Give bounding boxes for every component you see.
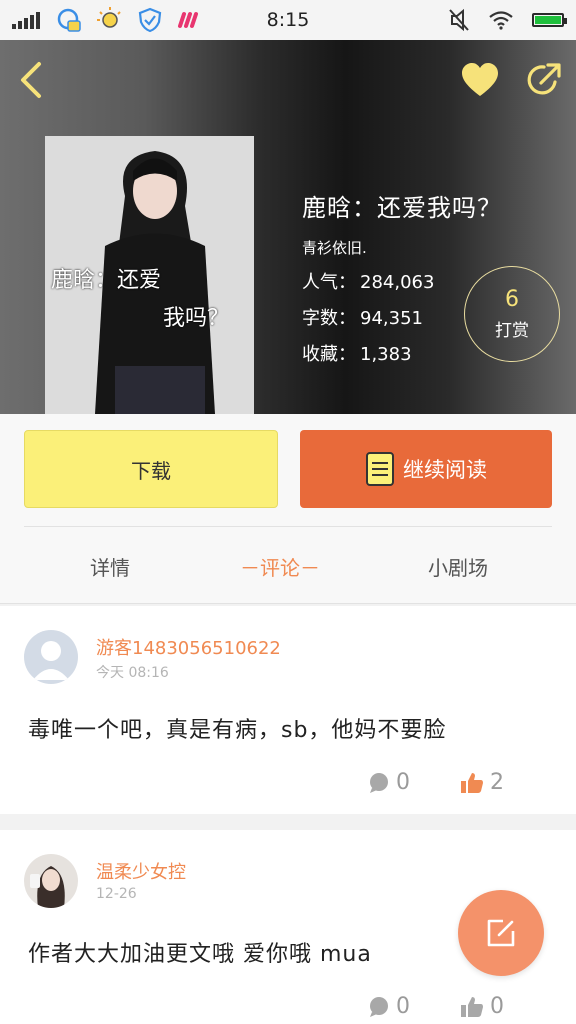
comment-bubble-icon [370,772,388,793]
cover-title-line2: 我吗？ [163,306,230,331]
assistant-icon [57,8,81,32]
thumbs-up-icon [461,996,483,1017]
shield-check-icon [138,7,162,33]
app-icon [178,12,198,28]
chevron-left-icon [21,62,41,98]
comment-username[interactable]: 游客1483056510622 [96,634,281,660]
thumbs-up-icon [461,772,483,793]
like-count: 2 [490,770,504,795]
comment-username[interactable]: 温柔少女控 [96,858,186,884]
tip-label: 打赏 [495,321,529,341]
book-header: 鹿晗：还爱 我吗？ 鹿晗：还爱我吗？ 青衫依旧. 人气： 284,063 字数： 9… [0,40,576,414]
battery-icon [532,13,567,27]
reply-count: 0 [396,994,410,1019]
tab-bar: 详情 －评论－ 小剧场 [0,526,576,604]
default-avatar-icon [24,630,78,684]
write-comment-button[interactable] [458,890,544,976]
stat-favorites: 收藏： 1,383 [302,344,412,365]
avatar[interactable] [24,854,78,908]
tip-button[interactable]: 6 打赏 [464,266,560,362]
comment-time: 今天 08:16 [96,665,169,681]
heart-icon [462,63,498,96]
comment-time: 12-26 [96,886,137,902]
book-icon [366,452,394,486]
tab-theater[interactable]: 小剧场 [428,552,488,581]
share-button[interactable] [522,58,566,102]
edit-icon [487,919,515,947]
book-title: 鹿晗：还爱我吗？ [302,194,502,222]
like-button[interactable]: 2 [460,770,504,795]
continue-reading-label: 继续阅读 [403,458,487,482]
book-author: 青衫依旧. [302,239,367,257]
like-button[interactable]: 0 [460,994,504,1019]
avatar[interactable] [24,630,78,684]
wifi-icon [489,11,513,30]
status-bar: 8:15 [0,0,576,40]
mute-icon [449,8,469,32]
comment-bubble-icon [370,996,388,1017]
like-count: 0 [490,994,504,1019]
reply-count: 0 [396,770,410,795]
continue-reading-button[interactable]: 继续阅读 [300,430,552,508]
comment-text: 作者大大加油更文哦 爱你哦 mua [28,942,372,967]
download-button[interactable]: 下载 [24,430,278,508]
user-photo-avatar [24,854,78,908]
comment-text: 毒唯一个吧，真是有病，sb，他妈不要脸 [28,718,447,743]
book-cover[interactable]: 鹿晗：还爱 我吗？ [45,136,254,414]
bulb-icon [97,7,121,28]
tip-count: 6 [505,287,519,312]
reply-button[interactable]: 0 [368,994,410,1019]
cover-title-line1: 鹿晗：还爱 [51,268,162,293]
tab-comments[interactable]: －评论－ [240,552,320,581]
tab-details[interactable]: 详情 [90,552,130,581]
favorite-button[interactable] [458,58,502,102]
back-button[interactable] [8,58,52,102]
reply-button[interactable]: 0 [368,770,410,795]
comment-item: 游客1483056510622 今天 08:16 毒唯一个吧，真是有病，sb，他… [0,606,576,814]
action-bar: 下载 继续阅读 [0,414,576,526]
signal-icon [12,12,40,29]
share-icon [527,63,561,95]
